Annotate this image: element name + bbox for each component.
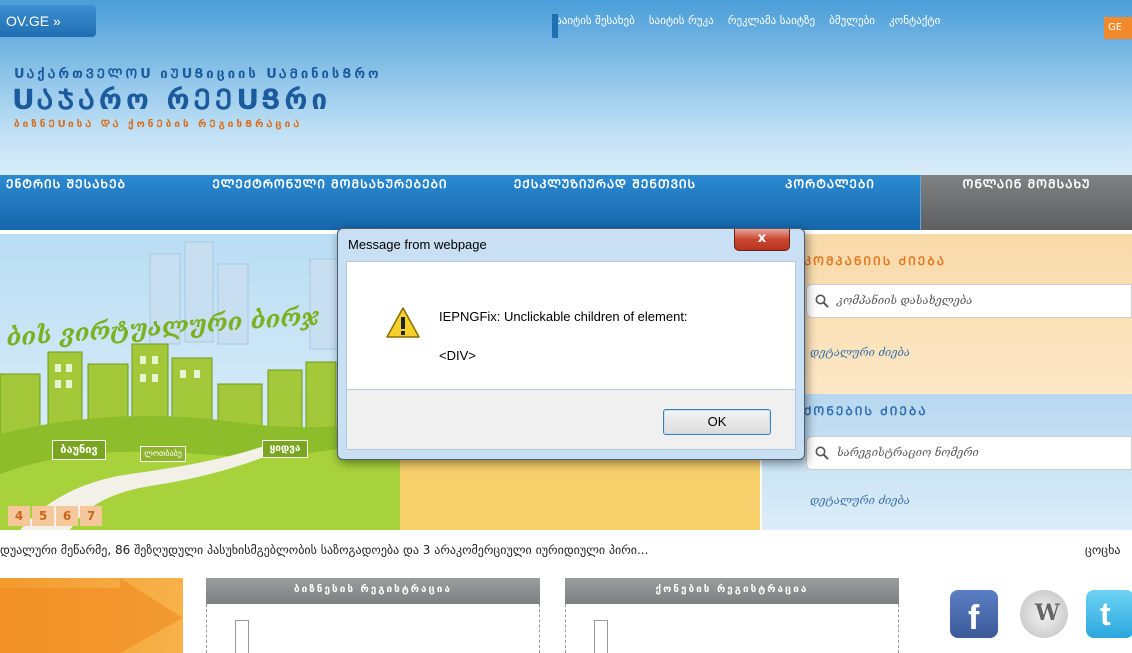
tab-property-registration[interactable]: ქონების რეგისტრაცია: [565, 578, 899, 604]
ok-button[interactable]: OK: [663, 409, 771, 435]
top-link-contact[interactable]: კონტაქტი: [889, 14, 940, 27]
twitter-icon[interactable]: t: [1086, 590, 1132, 638]
property-search-input[interactable]: სარეგისტრაციო ნომერი: [806, 436, 1132, 470]
site-header: OV.GE » საიტის შესახებ საიტის რუკა რეკლა…: [0, 0, 1132, 175]
search-icon: [815, 446, 829, 460]
page: OV.GE » საიტის შესახებ საიტის რუკა რეკლა…: [0, 0, 1132, 653]
logo-registry-name[interactable]: ՍᲐᲯᲐრო რᲔᲔՍՑრი: [12, 80, 331, 118]
dialog-title: Message from webpage: [348, 237, 487, 252]
warning-icon: [386, 307, 420, 338]
main-nav: ᲔნᲢᲠᲘᲡ ᲨᲔᲡᲐᲮᲔᲑ ᲔᲚᲔᲥᲢᲠᲝᲜᲣᲚᲘ ᲛᲝᲛᲡᲐᲮᲣᲠᲔᲑᲔᲑᲘ…: [0, 175, 1132, 230]
nav-item-online-services[interactable]: ᲝᲜᲚᲐᲘᲜ ᲛᲝᲛᲡᲐᲮᲣ: [921, 175, 1132, 230]
dialog-body: IEPNGFix: Unclickable children of elemen…: [346, 261, 796, 390]
nav-item-exclusive[interactable]: ᲔᲥᲡᲙᲚᲣᲖᲘᲣᲠᲐᲓ ᲨᲔᲜᲗᲕᲘᲡ: [470, 175, 740, 230]
pager-page-4[interactable]: 4: [8, 506, 30, 526]
top-link-links[interactable]: ბმულები: [829, 14, 875, 27]
company-search-input[interactable]: კომპანიის დასახელება: [806, 284, 1132, 318]
dialog-message-detail: <DIV>: [439, 348, 476, 363]
search-icon: [815, 294, 829, 308]
arrow-graphic: [0, 578, 183, 653]
top-link-sitemap[interactable]: საიტის რუკა: [649, 14, 714, 27]
pager-page-6[interactable]: 6: [56, 506, 78, 526]
chart-placeholder: [594, 620, 608, 653]
language-button[interactable]: GE: [1104, 17, 1132, 39]
business-registration-box: [206, 604, 540, 653]
nav-item-about[interactable]: ᲔნᲢᲠᲘᲡ ᲨᲔᲡᲐᲮᲔᲑ: [0, 175, 190, 230]
wikipedia-icon[interactable]: W: [1020, 590, 1068, 638]
logo-tagline: ბიზნᲔՍისᲐ ᲓᲐ ქონᲔბის რᲔგისՑრᲐციᲐ: [14, 119, 303, 130]
pager-page-5[interactable]: 5: [32, 506, 54, 526]
top-link-advertising[interactable]: რეკლამა საიტზე: [728, 14, 815, 27]
property-search-title: ᲥᲝᲜᲔᲑᲘᲡ ᲫᲘᲔᲑᲐ: [804, 404, 928, 418]
sign-buy: ბაუნივ: [52, 440, 106, 460]
property-search-placeholder: სარეგისტრაციო ნომერი: [837, 446, 979, 459]
pager-page-7[interactable]: 7: [80, 506, 102, 526]
dialog-message: IEPNGFix: Unclickable children of elemen…: [439, 309, 688, 324]
news-ticker-right[interactable]: ცოცხა: [1085, 543, 1121, 557]
bottom-orange-banner[interactable]: [0, 578, 183, 653]
nav-item-electronic-services[interactable]: ᲔᲚᲔᲥᲢᲠᲝᲜᲣᲚᲘ ᲛᲝᲛᲡᲐᲮᲣᲠᲔᲑᲔᲑᲘ: [190, 175, 470, 230]
gov-ge-link[interactable]: OV.GE »: [0, 5, 96, 37]
company-detailed-search-link[interactable]: დეტალური ძიება: [810, 346, 910, 359]
property-search-panel: ᲥᲝᲜᲔᲑᲘᲡ ᲫᲘᲔᲑᲐ სარეგისტრაციო ნომერი დეტალ…: [762, 394, 1132, 530]
news-ticker[interactable]: დუალური მეწარმე, 86 შეზღუდული პასუხისმგე…: [0, 543, 1132, 563]
sign-sell: ყიდვა: [262, 440, 308, 458]
property-detailed-search-link[interactable]: დეტალური ძიება: [810, 494, 910, 507]
banner-pager: 4 5 6 7: [8, 506, 102, 526]
property-registration-box: [565, 604, 899, 653]
company-search-placeholder: კომპანიის დასახელება: [837, 294, 973, 307]
message-dialog: Message from webpage x IEPNGFix: Unclick…: [337, 228, 805, 460]
sign-middle: ლოთბაბე: [140, 446, 186, 462]
nav-item-portals[interactable]: ᲞᲝᲠᲢᲐᲚᲔᲑᲘ: [740, 175, 920, 230]
middle-panel-footer: [400, 452, 760, 530]
top-links-marker: [552, 14, 558, 38]
tab-business-registration[interactable]: ბიზნესის რეგისტრაცია: [206, 578, 540, 604]
top-links: საიტის შესახებ საიტის რუკა რეკლამა საიტზ…: [552, 14, 940, 38]
dialog-close-button[interactable]: x: [734, 229, 790, 251]
top-link-about[interactable]: საიტის შესახებ: [556, 14, 635, 27]
company-search-panel: ᲙᲝᲛᲞᲐᲜᲘᲘᲡ ᲫᲘᲔᲑᲐ კომპანიის დასახელება დეტ…: [762, 234, 1132, 394]
chart-placeholder: [235, 620, 249, 653]
company-search-title: ᲙᲝᲛᲞᲐᲜᲘᲘᲡ ᲫᲘᲔᲑᲐ: [804, 254, 946, 268]
facebook-icon[interactable]: f: [950, 590, 998, 638]
